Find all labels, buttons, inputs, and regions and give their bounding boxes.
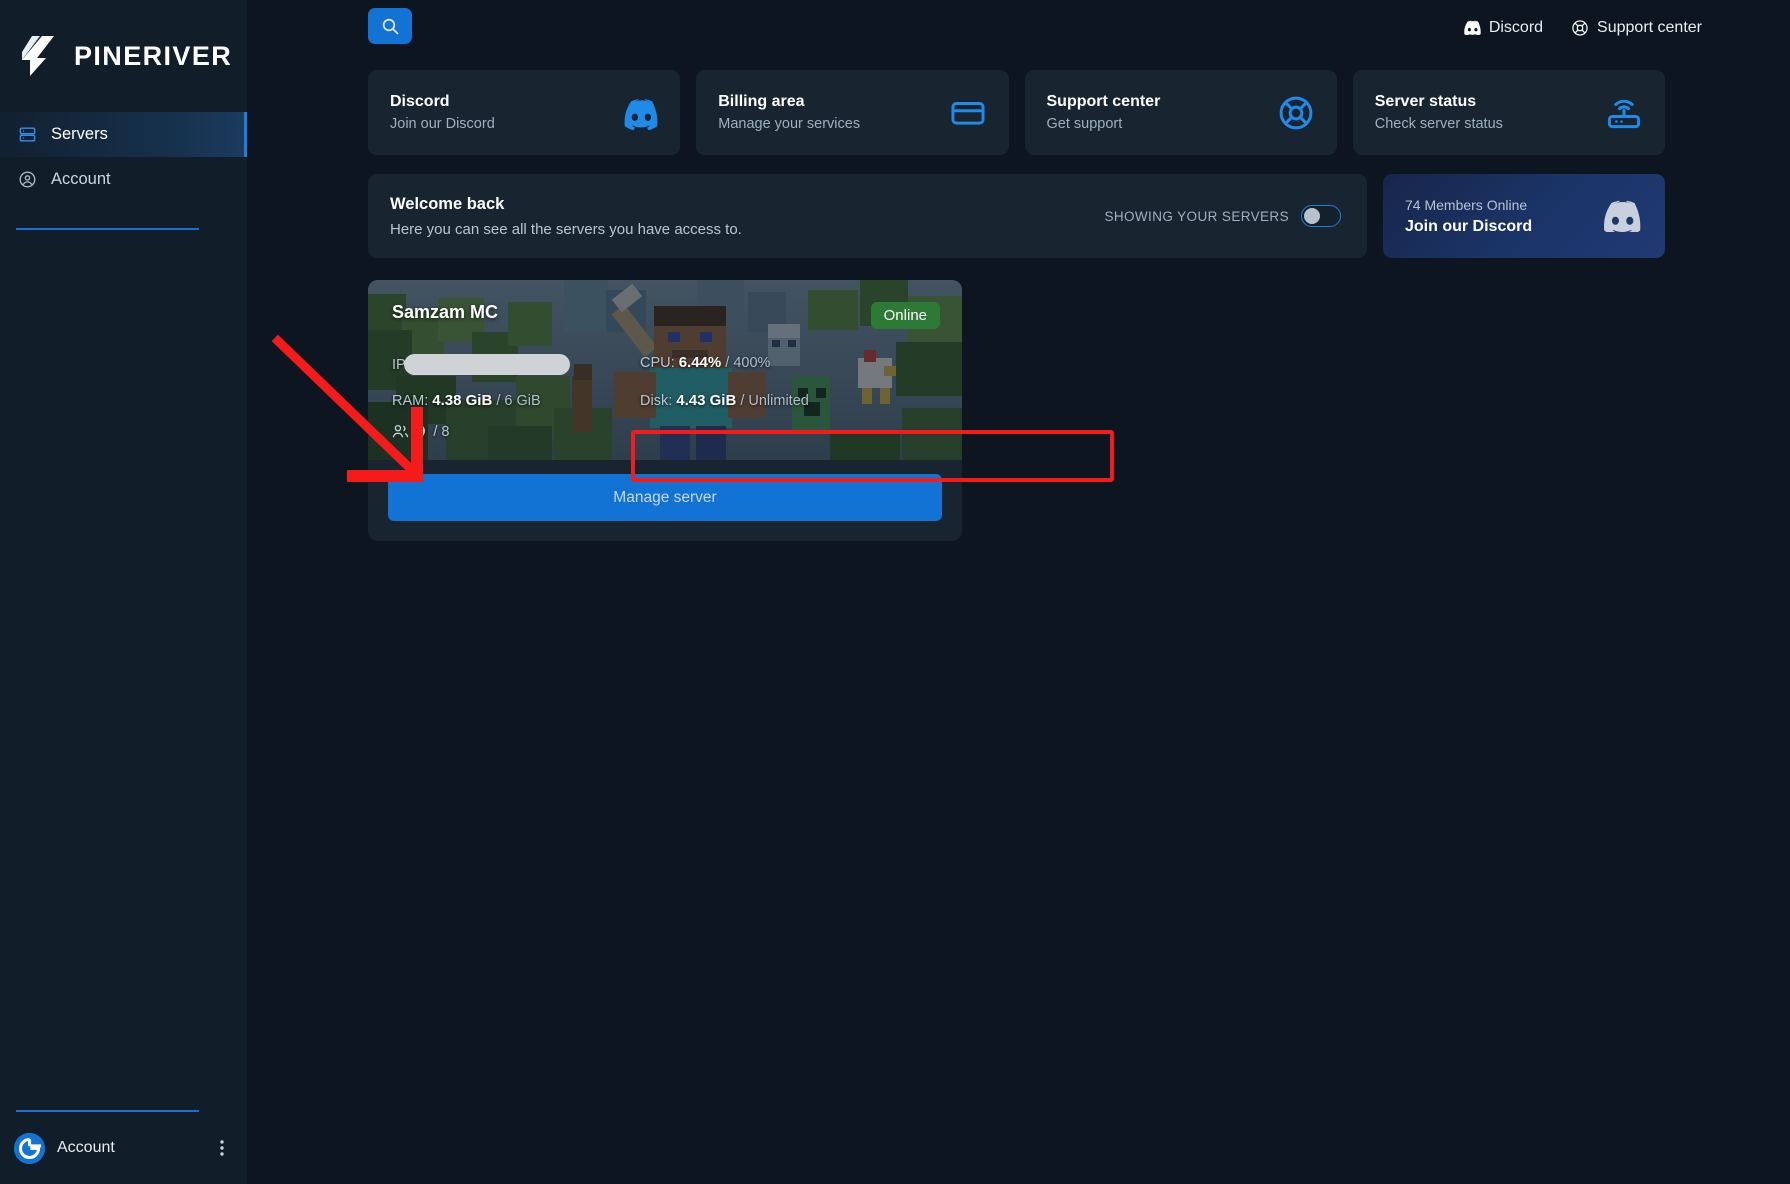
manage-server-button[interactable]: Manage server <box>388 474 942 521</box>
quick-card-server-status[interactable]: Server status Check server status <box>1352 70 1665 155</box>
toggle-knob <box>1304 208 1320 224</box>
router-icon <box>1607 99 1641 128</box>
showing-servers-toggle-label: SHOWING YOUR SERVERS <box>1104 208 1289 224</box>
welcome-subtitle: Here you can see all the servers you hav… <box>390 220 742 238</box>
quick-card-support[interactable]: Support center Get support <box>1024 70 1337 155</box>
server-name: Samzam MC <box>392 302 499 322</box>
quick-card-subtitle: Get support <box>1046 116 1123 132</box>
quick-card-title: Support center <box>1046 93 1161 110</box>
discord-icon <box>1464 20 1481 35</box>
discord-promo-card[interactable]: 74 Members Online Join our Discord <box>1383 174 1665 258</box>
sidebar: PINERIVER Servers Account Account <box>0 0 247 1184</box>
brand-logo[interactable]: PINERIVER <box>0 0 247 112</box>
server-card: Samzam MC Online IP: CPU: 6.44% / 400% R… <box>368 280 962 541</box>
app-root: PINERIVER Servers Account Account Discor… <box>0 0 1790 1184</box>
search-button[interactable] <box>368 8 412 44</box>
server-ram-total: / 6 GiB <box>496 393 541 409</box>
server-stat-cpu: CPU: 6.44% / 400% <box>640 354 940 375</box>
quick-card-subtitle: Check server status <box>1374 116 1503 132</box>
server-rack-icon <box>19 127 36 142</box>
quick-card-title: Server status <box>1374 93 1477 110</box>
server-disk-total: / Unlimited <box>740 393 809 409</box>
sidebar-account-label: Account <box>57 1139 115 1156</box>
topbar: Discord Support center <box>247 0 1790 55</box>
user-circle-icon <box>19 171 36 188</box>
sidebar-item-account[interactable]: Account <box>0 157 247 202</box>
welcome-title: Welcome back <box>390 194 505 213</box>
server-players: 0 / 8 <box>392 423 449 440</box>
topbar-link-support[interactable]: Support center <box>1571 19 1702 37</box>
credit-card-icon <box>950 101 985 125</box>
discord-join-label: Join our Discord <box>1405 217 1533 235</box>
lifebuoy-icon <box>1279 96 1313 129</box>
gravatar-avatar-icon <box>14 1132 45 1164</box>
quick-card-discord[interactable]: Discord Join our Discord <box>368 70 681 155</box>
server-ip-redacted-value[interactable] <box>403 354 570 375</box>
server-card-header: Samzam MC Online <box>392 302 940 329</box>
server-stat-disk: Disk: 4.43 GiB / Unlimited <box>640 392 940 409</box>
brand-name: PINERIVER <box>74 40 233 71</box>
showing-servers-toggle[interactable] <box>1301 205 1341 227</box>
topbar-link-label-support: Support center <box>1597 18 1702 36</box>
welcome-card: Welcome back Here you can see all the se… <box>368 174 1367 258</box>
main-area: Discord Support center Discord Join our … <box>247 0 1790 1184</box>
quick-card-title: Discord <box>390 93 450 110</box>
discord-icon <box>624 98 658 130</box>
topbar-link-label-discord: Discord <box>1488 18 1544 36</box>
server-cpu-used: 6.44% <box>678 354 722 371</box>
sidebar-item-label-account: Account <box>51 170 111 188</box>
server-stat-ram: RAM: 4.38 GiB / 6 GiB <box>392 392 640 409</box>
welcome-texts: Welcome back Here you can see all the se… <box>390 195 1104 238</box>
pineriver-logo-icon <box>22 36 54 76</box>
server-cpu-total: / 400% <box>725 355 771 371</box>
quick-card-billing[interactable]: Billing area Manage your services <box>696 70 1009 155</box>
quick-cards-row: Discord Join our Discord Billing area Ma… <box>368 70 1665 155</box>
server-players-total: / 8 <box>433 423 450 440</box>
quick-card-subtitle: Manage your services <box>718 116 861 132</box>
server-disk-used: 4.43 GiB <box>676 392 737 409</box>
status-badge: Online <box>870 302 940 329</box>
quick-card-title: Billing area <box>718 93 805 110</box>
content-area: Discord Join our Discord Billing area Ma… <box>247 55 1790 541</box>
discord-icon <box>1604 200 1641 232</box>
lifebuoy-icon <box>1572 19 1588 36</box>
server-card-footer: Manage server <box>368 460 962 541</box>
search-icon <box>382 18 398 34</box>
sidebar-account-row[interactable]: Account <box>0 1112 247 1184</box>
server-players-current: 0 <box>417 423 426 440</box>
server-ram-label: RAM: <box>392 393 429 409</box>
sidebar-item-servers[interactable]: Servers <box>0 112 247 157</box>
welcome-row: Welcome back Here you can see all the se… <box>368 174 1665 258</box>
server-ram-used: 4.38 GiB <box>432 392 493 409</box>
topbar-link-discord[interactable]: Discord <box>1462 19 1543 37</box>
discord-members-count: 74 Members Online <box>1405 196 1528 213</box>
topbar-links: Discord Support center <box>1462 19 1750 37</box>
server-cpu-label: CPU: <box>640 355 675 371</box>
server-stats: IP: CPU: 6.44% / 400% RAM: 4.38 GiB / 6 … <box>392 354 940 409</box>
sidebar-item-label-servers: Servers <box>51 125 108 143</box>
server-disk-label: Disk: <box>640 393 673 409</box>
server-card-banner: Samzam MC Online IP: CPU: 6.44% / 400% R… <box>368 280 962 460</box>
sidebar-nav: Servers Account <box>0 112 247 202</box>
server-stat-ip: IP: <box>392 354 640 375</box>
quick-card-subtitle: Join our Discord <box>390 116 495 132</box>
kebab-menu-icon[interactable] <box>213 1137 231 1159</box>
showing-servers-toggle-wrap: SHOWING YOUR SERVERS <box>1104 205 1341 227</box>
players-icon <box>392 424 409 438</box>
